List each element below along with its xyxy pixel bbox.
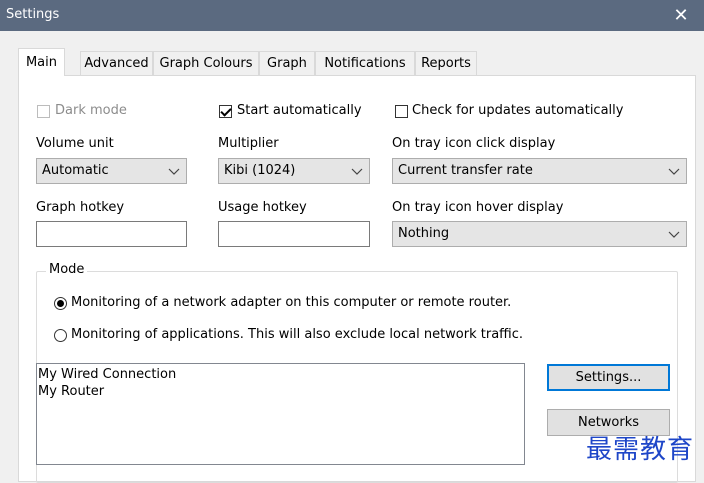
watermark-logo: 最需教育 <box>585 435 694 465</box>
tab-main[interactable]: Main <box>18 48 65 76</box>
adapter-radio-label: Monitoring of a network adapter on this … <box>71 295 512 310</box>
chevron-down-icon <box>668 231 680 238</box>
tab-notifications[interactable]: Notifications <box>315 51 415 75</box>
tab-label: Main <box>25 55 58 70</box>
multiplier-select[interactable]: Kibi (1024) <box>218 158 370 184</box>
chevron-down-icon <box>668 168 680 175</box>
graph-hotkey-label: Graph hotkey <box>36 200 125 215</box>
tray-hover-label: On tray icon hover display <box>392 200 564 215</box>
settings-button[interactable]: Settings... <box>547 364 670 391</box>
list-item[interactable]: My Wired Connection <box>38 367 176 382</box>
tab-label: Graph <box>267 56 307 71</box>
applications-radio[interactable] <box>54 329 67 342</box>
volume-unit-label: Volume unit <box>36 136 114 151</box>
close-icon: ✕ <box>673 5 689 26</box>
close-button[interactable]: ✕ <box>658 0 704 31</box>
usage-hotkey-input[interactable] <box>218 221 370 247</box>
multiplier-value: Kibi (1024) <box>224 163 296 178</box>
connections-list[interactable]: My Wired Connection My Router <box>36 363 525 465</box>
start-automatically-label: Start automatically <box>237 103 362 118</box>
tray-click-value: Current transfer rate <box>398 163 533 178</box>
multiplier-label: Multiplier <box>218 136 279 151</box>
usage-hotkey-label: Usage hotkey <box>218 200 307 215</box>
check-updates-label: Check for updates automatically <box>412 103 624 118</box>
start-automatically-checkbox[interactable] <box>219 105 232 118</box>
title-bar: Settings ✕ <box>0 0 704 31</box>
dark-mode-label: Dark mode <box>55 103 127 118</box>
check-updates-checkbox[interactable] <box>395 105 408 118</box>
tray-hover-value: Nothing <box>398 226 450 241</box>
list-item[interactable]: My Router <box>38 384 104 399</box>
tab-graph[interactable]: Graph <box>259 51 315 75</box>
adapter-radio[interactable] <box>54 297 67 310</box>
mode-group-title: Mode <box>46 262 88 277</box>
dark-mode-checkbox[interactable] <box>37 105 50 118</box>
applications-radio-label: Monitoring of applications. This will al… <box>71 327 524 342</box>
tab-label: Reports <box>421 56 471 71</box>
chevron-down-icon <box>168 168 180 175</box>
tab-label: Graph Colours <box>159 56 253 71</box>
tab-graph-colours[interactable]: Graph Colours <box>153 51 259 75</box>
volume-unit-select[interactable]: Automatic <box>36 158 187 184</box>
tab-label: Notifications <box>324 56 406 71</box>
tray-click-select[interactable]: Current transfer rate <box>392 158 687 184</box>
graph-hotkey-input[interactable] <box>36 221 187 247</box>
chevron-down-icon <box>351 168 363 175</box>
window-title: Settings <box>6 7 60 22</box>
tab-reports[interactable]: Reports <box>415 51 477 75</box>
tray-click-label: On tray icon click display <box>392 136 556 151</box>
volume-unit-value: Automatic <box>42 163 109 178</box>
main-panel: Dark mode Start automatically Check for … <box>18 75 696 483</box>
tray-hover-select[interactable]: Nothing <box>392 221 687 247</box>
tab-label: Advanced <box>84 56 149 71</box>
tab-advanced[interactable]: Advanced <box>80 51 153 75</box>
